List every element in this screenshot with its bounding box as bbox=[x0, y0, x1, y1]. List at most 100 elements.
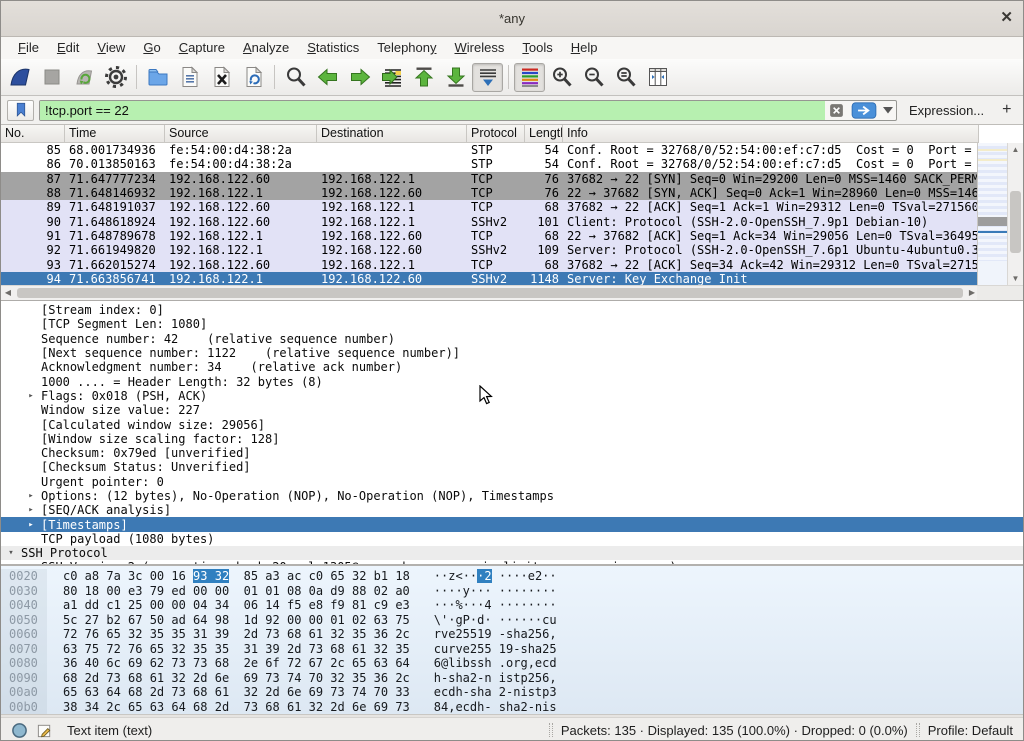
go-back-button[interactable] bbox=[312, 63, 343, 92]
detail-line[interactable]: TCP payload (1080 bytes) bbox=[1, 532, 1023, 546]
hex-bytes[interactable]: 65 63 64 68 2d 73 68 61 32 2d 6e 69 73 7… bbox=[63, 685, 410, 700]
resize-columns-button[interactable] bbox=[642, 63, 673, 92]
hex-bytes[interactable]: 68 2d 73 68 61 32 2d 6e 69 73 74 70 32 3… bbox=[63, 671, 410, 686]
hex-ascii[interactable]: rve25519 -sha256, bbox=[434, 627, 557, 642]
hex-ascii[interactable]: \'·gP·d· ······cu bbox=[434, 613, 557, 628]
restart-capture-button[interactable] bbox=[68, 63, 99, 92]
hex-ascii[interactable]: ecdh-sha 2-nistp3 bbox=[434, 685, 557, 700]
packet-row-87[interactable]: 8771.647777234192.168.122.60192.168.122.… bbox=[1, 172, 979, 186]
open-file-button[interactable] bbox=[142, 63, 173, 92]
capture-options-button[interactable] bbox=[100, 63, 131, 92]
go-first-packet-button[interactable] bbox=[408, 63, 439, 92]
hex-bytes[interactable]: 36 40 6c 69 62 73 73 68 2e 6f 72 67 2c 6… bbox=[63, 656, 410, 671]
hex-row-0070[interactable]: 007063 75 72 76 65 32 35 35 31 39 2d 73 … bbox=[1, 642, 1023, 657]
packet-row-93[interactable]: 9371.662015274192.168.122.60192.168.122.… bbox=[1, 257, 979, 271]
menu-wireless[interactable]: Wireless bbox=[446, 38, 514, 58]
reload-file-button[interactable] bbox=[238, 63, 269, 92]
detail-line[interactable]: ▸[SEQ/ACK analysis] bbox=[1, 503, 1023, 517]
zoom-in-button[interactable] bbox=[546, 63, 577, 92]
packet-row-92[interactable]: 9271.661949820192.168.122.1192.168.122.6… bbox=[1, 243, 979, 257]
horizontal-scroll-thumb[interactable] bbox=[17, 288, 963, 298]
menu-tools[interactable]: Tools bbox=[513, 38, 561, 58]
filter-apply-button[interactable] bbox=[848, 101, 880, 120]
detail-line[interactable]: [Calculated window size: 29056] bbox=[1, 417, 1023, 431]
column-header-protocol[interactable]: Protocol bbox=[467, 125, 525, 142]
menu-analyze[interactable]: Analyze bbox=[234, 38, 298, 58]
packet-row-88[interactable]: 8871.648146932192.168.122.1192.168.122.6… bbox=[1, 186, 979, 200]
detail-line[interactable]: [Stream index: 0] bbox=[1, 303, 1023, 317]
close-window-button[interactable]: ✕ bbox=[1000, 9, 1013, 27]
packet-row-94[interactable]: 9471.663856741192.168.122.1192.168.122.6… bbox=[1, 272, 979, 286]
hex-row-00a0[interactable]: 00a065 63 64 68 2d 73 68 61 32 2d 6e 69 … bbox=[1, 685, 1023, 700]
collapsed-arrow-icon[interactable]: ▸ bbox=[25, 491, 37, 501]
find-packet-button[interactable] bbox=[280, 63, 311, 92]
packet-row-86[interactable]: 8670.013850163fe:54:00:d4:38:2aSTP54Conf… bbox=[1, 157, 979, 171]
column-header-source[interactable]: Source bbox=[165, 125, 317, 142]
menu-view[interactable]: View bbox=[88, 38, 134, 58]
detail-line[interactable]: Sequence number: 42 (relative sequence n… bbox=[1, 332, 1023, 346]
expert-info-icon[interactable] bbox=[11, 722, 28, 739]
intelligent-scrollbar-minimap[interactable] bbox=[977, 143, 1007, 286]
hex-ascii[interactable]: ···%···4 ········ bbox=[434, 598, 557, 613]
collapsed-arrow-icon[interactable]: ▸ bbox=[25, 562, 37, 564]
detail-line[interactable]: [TCP Segment Len: 1080] bbox=[1, 317, 1023, 331]
menu-edit[interactable]: Edit bbox=[48, 38, 88, 58]
collapsed-arrow-icon[interactable]: ▸ bbox=[25, 391, 37, 401]
vertical-scroll-thumb[interactable] bbox=[1010, 191, 1021, 253]
hex-bytes[interactable]: c0 a8 7a 3c 00 16 93 32 85 a3 ac c0 65 3… bbox=[63, 569, 410, 584]
hex-row-0080[interactable]: 008036 40 6c 69 62 73 73 68 2e 6f 72 67 … bbox=[1, 656, 1023, 671]
hex-row-0060[interactable]: 006072 76 65 32 35 35 31 39 2d 73 68 61 … bbox=[1, 627, 1023, 642]
packet-list-vertical-scrollbar[interactable]: ▲ ▼ bbox=[1007, 143, 1023, 286]
collapsed-arrow-icon[interactable]: ▸ bbox=[25, 520, 37, 530]
hex-ascii[interactable]: ····y··· ········ bbox=[434, 584, 557, 599]
hex-bytes[interactable]: 80 18 00 e3 79 ed 00 00 01 01 08 0a d9 8… bbox=[63, 584, 410, 599]
detail-line[interactable]: Acknowledgment number: 34 (relative ack … bbox=[1, 360, 1023, 374]
packet-row-85[interactable]: 8568.001734936fe:54:00:d4:38:2aSTP54Conf… bbox=[1, 143, 979, 157]
menu-telephony[interactable]: Telephony bbox=[368, 38, 445, 58]
packet-row-89[interactable]: 8971.648191037192.168.122.60192.168.122.… bbox=[1, 200, 979, 214]
detail-line[interactable]: ▸Flags: 0x018 (PSH, ACK) bbox=[1, 389, 1023, 403]
hex-ascii[interactable]: ··z<···2 ····e2·· bbox=[434, 569, 557, 584]
save-file-button[interactable] bbox=[174, 63, 205, 92]
colorize-button[interactable] bbox=[514, 63, 545, 92]
zoom-reset-button[interactable] bbox=[610, 63, 641, 92]
filter-bookmark-button[interactable] bbox=[7, 100, 34, 121]
column-header-no[interactable]: No. bbox=[1, 125, 65, 142]
hex-row-0030[interactable]: 003080 18 00 e3 79 ed 00 00 01 01 08 0a … bbox=[1, 584, 1023, 599]
detail-line[interactable]: [Window size scaling factor: 128] bbox=[1, 432, 1023, 446]
hex-row-0040[interactable]: 0040a1 dd c1 25 00 00 04 34 06 14 f5 e8 … bbox=[1, 598, 1023, 613]
menu-help[interactable]: Help bbox=[562, 38, 607, 58]
capture-comment-icon[interactable] bbox=[36, 722, 53, 739]
hex-ascii[interactable]: 84,ecdh- sha2-nis bbox=[434, 700, 557, 715]
hex-bytes[interactable]: 72 76 65 32 35 35 31 39 2d 73 68 61 32 3… bbox=[63, 627, 410, 642]
hex-row-0020[interactable]: 0020c0 a8 7a 3c 00 16 93 32 85 a3 ac c0 … bbox=[1, 569, 1023, 584]
column-header-length[interactable]: Length bbox=[525, 125, 563, 142]
collapsed-arrow-icon[interactable]: ▸ bbox=[25, 505, 37, 515]
detail-line[interactable]: ▸[Timestamps] bbox=[1, 517, 1023, 531]
menu-statistics[interactable]: Statistics bbox=[298, 38, 368, 58]
hex-bytes[interactable]: 5c 27 b2 67 50 ad 64 98 1d 92 00 00 01 0… bbox=[63, 613, 410, 628]
display-filter-input[interactable] bbox=[40, 101, 825, 120]
detail-line[interactable]: [Checksum Status: Unverified] bbox=[1, 460, 1023, 474]
add-filter-button[interactable]: + bbox=[992, 101, 1021, 119]
expanded-arrow-icon[interactable]: ▾ bbox=[5, 548, 17, 558]
packet-list-horizontal-scrollbar[interactable]: ◀ ▶ bbox=[1, 285, 979, 300]
hex-row-0090[interactable]: 009068 2d 73 68 61 32 2d 6e 69 73 74 70 … bbox=[1, 671, 1023, 686]
detail-line[interactable]: Urgent pointer: 0 bbox=[1, 475, 1023, 489]
zoom-out-button[interactable] bbox=[578, 63, 609, 92]
menu-file[interactable]: File bbox=[9, 38, 48, 58]
packet-row-91[interactable]: 9171.648789678192.168.122.1192.168.122.6… bbox=[1, 229, 979, 243]
auto-scroll-button[interactable] bbox=[472, 63, 503, 92]
detail-line[interactable]: Checksum: 0x79ed [unverified] bbox=[1, 446, 1023, 460]
close-file-button[interactable] bbox=[206, 63, 237, 92]
hex-bytes[interactable]: a1 dd c1 25 00 00 04 34 06 14 f5 e8 f9 8… bbox=[63, 598, 410, 613]
detail-line[interactable]: ▾SSH Protocol bbox=[1, 546, 1023, 560]
hex-row-00b0[interactable]: 00b038 34 2c 65 63 64 68 2d 73 68 61 32 … bbox=[1, 700, 1023, 715]
hex-bytes[interactable]: 63 75 72 76 65 32 35 35 31 39 2d 73 68 6… bbox=[63, 642, 410, 657]
scroll-left-arrow[interactable]: ◀ bbox=[1, 286, 15, 300]
column-header-destination[interactable]: Destination bbox=[317, 125, 467, 142]
detail-line[interactable]: ▸Options: (12 bytes), No-Operation (NOP)… bbox=[1, 489, 1023, 503]
hex-ascii[interactable]: curve255 19-sha25 bbox=[434, 642, 557, 657]
detail-line[interactable]: Window size value: 227 bbox=[1, 403, 1023, 417]
start-capture-button[interactable] bbox=[4, 63, 35, 92]
